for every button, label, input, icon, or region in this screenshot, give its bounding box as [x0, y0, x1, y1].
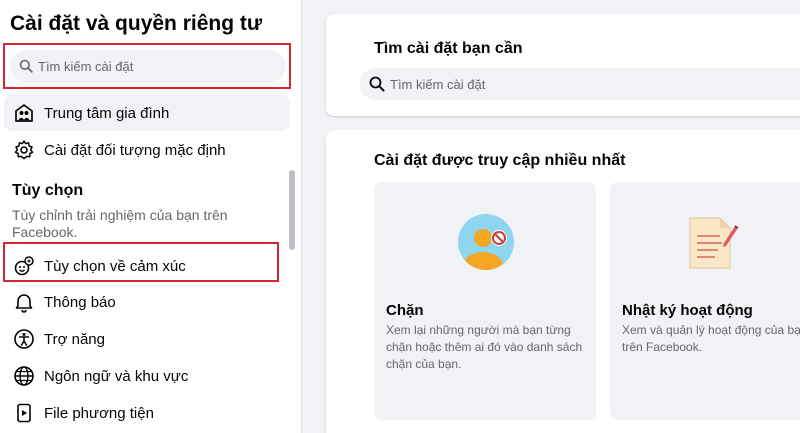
tile-description: Xem và quản lý hoạt động của bạn trên Fa… [622, 323, 800, 354]
family-center-icon [12, 101, 36, 125]
search-icon [368, 75, 386, 93]
media-icon [12, 401, 36, 425]
sidebar-search-input[interactable] [38, 58, 268, 74]
main-search[interactable] [360, 68, 800, 100]
bell-icon [12, 290, 36, 314]
sidebar-item-label: Trợ năng [44, 330, 105, 348]
gear-icon [12, 138, 36, 162]
tile-activity-log[interactable]: Nhật ký hoạt động Xem và quản lý hoạt độ… [610, 182, 800, 420]
sidebar-item-label: Ngôn ngữ và khu vực [44, 367, 189, 385]
most-visited-card: Cài đặt được truy cập nhiều nhất Chặn Xe… [326, 130, 800, 433]
most-visited-title: Cài đặt được truy cập nhiều nhất [374, 152, 626, 169]
section-description: Tùy chỉnh trải nghiệm của bạn trên Faceb… [12, 207, 228, 240]
sidebar-item-label: Cài đặt đối tượng mặc định [44, 141, 226, 159]
block-user-icon [456, 212, 516, 272]
sidebar-item-label: Tùy chọn về cảm xúc [44, 257, 186, 275]
settings-sidebar: Cài đặt và quyền riêng tư Trung tâm gia … [0, 0, 302, 433]
sidebar-item-default-audience[interactable]: Cài đặt đối tượng mặc định [4, 132, 290, 168]
sidebar-item-label: File phương tiện [44, 404, 154, 422]
sidebar-item-media[interactable]: File phương tiện [4, 395, 290, 431]
tile-title: Chặn [386, 302, 424, 319]
sidebar-item-family-center[interactable]: Trung tâm gia đình [4, 95, 290, 131]
accessibility-icon [12, 327, 36, 351]
sidebar-search[interactable] [10, 50, 286, 82]
sidebar-item-accessibility[interactable]: Trợ năng [4, 321, 290, 357]
sidebar-scrollbar[interactable] [289, 170, 295, 250]
tile-description: Xem lại những người mà bạn từng chặn hoặ… [386, 323, 583, 371]
tile-title: Nhật ký hoạt động [622, 302, 753, 319]
sidebar-item-notifications[interactable]: Thông báo [4, 284, 290, 320]
sidebar-item-reaction-preferences[interactable]: Tùy chọn về cảm xúc [4, 248, 290, 284]
sidebar-item-label: Thông báo [44, 293, 116, 311]
sidebar-item-label: Trung tâm gia đình [44, 104, 170, 122]
search-icon [18, 58, 34, 74]
section-title-preferences: Tùy chọn [12, 182, 84, 199]
search-settings-card: Tìm cài đặt bạn cần [326, 14, 800, 116]
main-search-input[interactable] [390, 76, 790, 92]
sidebar-item-language-region[interactable]: Ngôn ngữ và khu vực [4, 358, 290, 394]
globe-icon [12, 364, 36, 388]
reactions-icon [12, 254, 36, 278]
tile-blocking[interactable]: Chặn Xem lại những người mà bạn từng chặ… [374, 182, 596, 420]
activity-log-icon [682, 212, 742, 272]
search-card-title: Tìm cài đặt bạn cần [374, 40, 523, 57]
sidebar-title: Cài đặt và quyền riêng tư [10, 12, 263, 35]
